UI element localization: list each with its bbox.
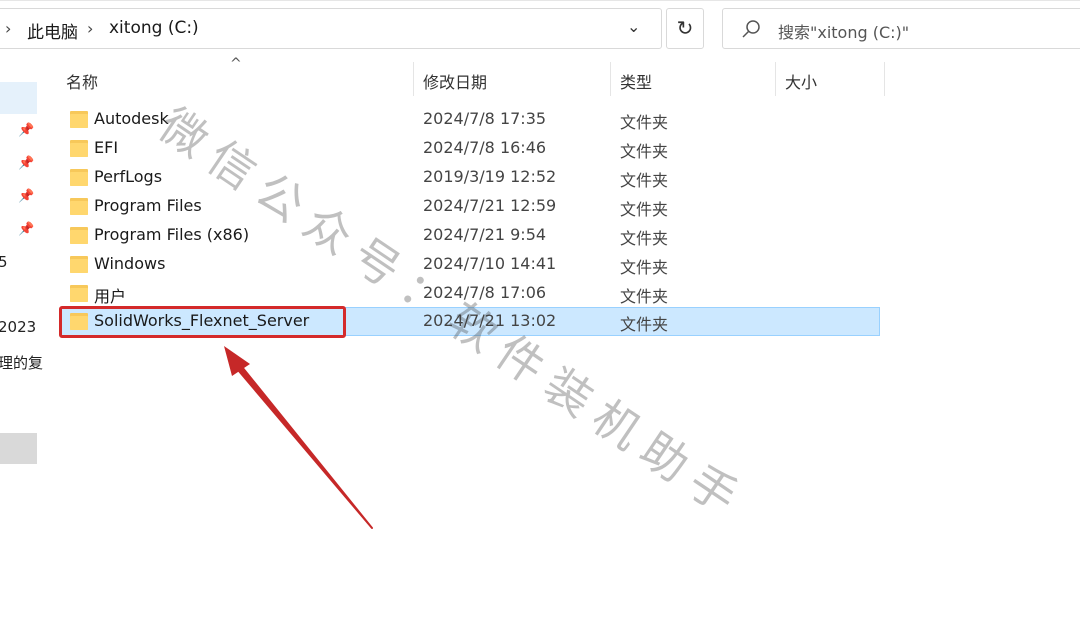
- file-name: EFI: [94, 138, 119, 157]
- folder-icon: [70, 140, 88, 157]
- sort-ascending-icon: ^: [230, 56, 242, 72]
- file-row[interactable]: PerfLogs 2019/3/19 12:52 文件夹: [60, 163, 880, 192]
- folder-icon: [70, 256, 88, 273]
- file-row[interactable]: EFI 2024/7/8 16:46 文件夹: [60, 134, 880, 163]
- file-type: 文件夹: [620, 200, 669, 219]
- file-row[interactable]: Program Files 2024/7/21 12:59 文件夹: [60, 192, 880, 221]
- file-row[interactable]: Autodesk 2024/7/8 17:35 文件夹: [60, 105, 880, 134]
- nav-selected-item[interactable]: [0, 82, 37, 114]
- column-separator[interactable]: [610, 62, 611, 96]
- pin-icon[interactable]: 📌: [18, 156, 34, 171]
- nav-hover-item[interactable]: [0, 433, 37, 464]
- file-name: Program Files: [94, 196, 202, 215]
- file-date: 2024/7/21 12:59: [423, 196, 557, 215]
- nav-item-label[interactable]: 2023: [0, 318, 36, 336]
- file-date: 2024/7/8 17:06: [423, 283, 547, 302]
- file-type: 文件夹: [620, 287, 669, 306]
- file-row[interactable]: Windows 2024/7/10 14:41 文件夹: [60, 250, 880, 279]
- file-name: 用户: [94, 287, 127, 306]
- arrow-head-icon: [224, 346, 250, 376]
- search-box[interactable]: 搜索"xitong (C:)": [722, 8, 1080, 49]
- file-type: 文件夹: [620, 142, 669, 161]
- folder-icon: [70, 227, 88, 244]
- file-date: 2024/7/8 17:35: [423, 109, 547, 128]
- column-header-name[interactable]: 名称: [66, 69, 98, 93]
- search-icon: [741, 19, 761, 43]
- highlight-box: [59, 306, 346, 338]
- folder-icon: [70, 198, 88, 215]
- file-name: Program Files (x86): [94, 225, 250, 244]
- pin-icon[interactable]: 📌: [18, 123, 34, 138]
- file-row[interactable]: Program Files (x86) 2024/7/21 9:54 文件夹: [60, 221, 880, 250]
- divider: [0, 0, 1080, 1]
- folder-icon: [70, 169, 88, 186]
- file-type: 文件夹: [620, 315, 669, 334]
- search-input[interactable]: 搜索"xitong (C:)": [778, 19, 909, 43]
- file-name: Autodesk: [94, 109, 169, 128]
- column-header-date[interactable]: 修改日期: [423, 69, 487, 93]
- folder-icon: [70, 111, 88, 128]
- pin-icon[interactable]: 📌: [18, 222, 34, 237]
- nav-item-label[interactable]: 理的复: [0, 352, 43, 373]
- file-type: 文件夹: [620, 171, 669, 190]
- file-type: 文件夹: [620, 229, 669, 248]
- column-header-size[interactable]: 大小: [785, 69, 817, 93]
- folder-icon: [70, 285, 88, 302]
- file-row[interactable]: 用户 2024/7/8 17:06 文件夹: [60, 279, 880, 308]
- chevron-down-icon[interactable]: ⌄: [627, 17, 640, 36]
- file-date: 2019/3/19 12:52: [423, 167, 557, 186]
- column-header-type[interactable]: 类型: [620, 69, 652, 93]
- chevron-right-icon: ›: [5, 19, 12, 38]
- column-separator[interactable]: [884, 62, 885, 96]
- nav-item-label[interactable]: 5: [0, 253, 8, 271]
- refresh-icon: ↻: [676, 16, 694, 40]
- file-date: 2024/7/21 9:54: [423, 225, 547, 244]
- breadcrumb-this-pc[interactable]: 此电脑: [27, 18, 78, 43]
- breadcrumb-drive[interactable]: xitong (C:): [109, 18, 199, 38]
- file-type: 文件夹: [620, 113, 669, 132]
- pin-icon[interactable]: 📌: [18, 189, 34, 204]
- file-type: 文件夹: [620, 258, 669, 277]
- address-bar[interactable]: › 此电脑 › xitong (C:) ⌄: [0, 8, 662, 49]
- file-name: PerfLogs: [94, 167, 163, 186]
- file-name: Windows: [94, 254, 166, 273]
- file-date: 2024/7/8 16:46: [423, 138, 547, 157]
- column-separator[interactable]: [413, 62, 414, 96]
- navigation-bar: › 此电脑 › xitong (C:) ⌄ ↻ 搜索"xitong (C:)": [0, 0, 1080, 58]
- file-date: 2024/7/10 14:41: [423, 254, 557, 273]
- file-date: 2024/7/21 13:02: [423, 311, 557, 330]
- refresh-button[interactable]: ↻: [666, 8, 704, 49]
- chevron-right-icon: ›: [87, 19, 94, 38]
- column-separator[interactable]: [775, 62, 776, 96]
